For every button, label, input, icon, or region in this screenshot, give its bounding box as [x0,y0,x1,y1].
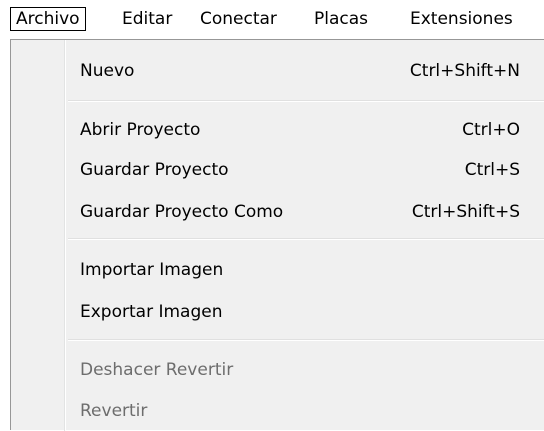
menu-item-label: Deshacer Revertir [80,360,234,380]
menu-item-label: Guardar Proyecto Como [80,202,284,222]
menu-item-revertir: Revertir [11,394,544,428]
menu-item-abrir-proyecto[interactable]: Abrir Proyecto Ctrl+O [11,113,544,147]
menu-item-label: Guardar Proyecto [80,160,229,180]
menu-item-label: Revertir [80,401,148,421]
menubar-item-conectar[interactable]: Conectar [200,7,277,31]
menu-item-importar-imagen[interactable]: Importar Imagen [11,253,544,287]
menubar-item-editar[interactable]: Editar [122,7,172,31]
archivo-dropdown-menu: Nuevo Ctrl+Shift+N Abrir Proyecto Ctrl+O… [10,39,544,431]
menu-item-shortcut: Ctrl+S [464,160,520,180]
menu-item-label: Importar Imagen [80,260,224,280]
menu-item-guardar-proyecto[interactable]: Guardar Proyecto Ctrl+S [11,153,544,187]
menubar-item-placas[interactable]: Placas [314,7,368,31]
menu-item-exportar-imagen[interactable]: Exportar Imagen [11,295,544,329]
menu-item-deshacer-revertir: Deshacer Revertir [11,353,544,387]
menu-bar: Archivo Editar Conectar Placas Extension… [0,0,544,34]
menu-item-nuevo[interactable]: Nuevo Ctrl+Shift+N [11,54,544,88]
menu-item-guardar-proyecto-como[interactable]: Guardar Proyecto Como Ctrl+Shift+S [11,195,544,229]
menu-item-label: Nuevo [80,61,135,81]
menu-item-shortcut: Ctrl+O [462,120,520,140]
menu-item-shortcut: Ctrl+Shift+N [409,61,520,81]
menu-separator [68,339,544,341]
menu-item-shortcut: Ctrl+Shift+S [411,202,520,222]
menu-item-label: Exportar Imagen [80,302,223,322]
menu-separator [68,100,544,102]
menubar-item-extensiones[interactable]: Extensiones [410,7,513,31]
menubar-item-archivo[interactable]: Archivo [10,7,86,31]
menu-separator [68,238,544,240]
menu-item-label: Abrir Proyecto [80,120,201,140]
